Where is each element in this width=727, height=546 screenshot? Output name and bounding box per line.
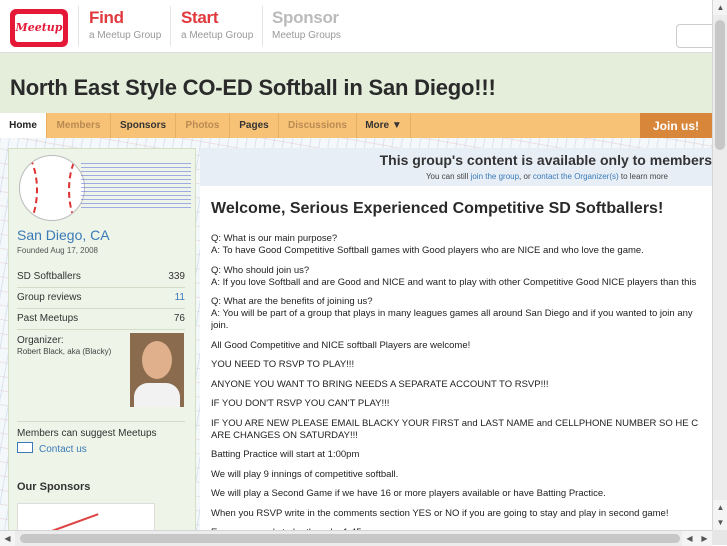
meetup-logo-text: Meetup (15, 14, 63, 42)
organizer-name[interactable]: Robert Black, aka (Blacky) (17, 347, 111, 356)
tab-pages[interactable]: Pages (230, 113, 279, 138)
tab-sponsors[interactable]: Sponsors (111, 113, 176, 138)
scroll-right-icon[interactable]: ▶ (697, 531, 712, 546)
group-description: Q: What is our main purpose? A: To have G… (211, 233, 712, 539)
scrollbar-corner (712, 530, 727, 545)
scroll-down-icon[interactable]: ▼ (713, 515, 727, 530)
contact-label: Contact us (39, 444, 87, 455)
mail-icon (17, 442, 33, 453)
find-label: Find (89, 8, 124, 27)
horizontal-scroll-thumb[interactable] (20, 534, 680, 543)
group-nav: Home Members Sponsors Photos Pages Discu… (0, 113, 712, 138)
description-line: ARE CHANGES ON SATURDAY!!! (211, 429, 358, 441)
description-line: YOU NEED TO RSVP TO PLAY!!! (211, 359, 355, 370)
description-line: We will play 9 innings of competitive so… (211, 468, 399, 480)
notice-text: to learn more (618, 172, 668, 181)
start-label: Start (181, 8, 219, 27)
notice-text: , or (519, 172, 533, 181)
description-spacer (211, 289, 712, 297)
description-spacer (211, 332, 712, 340)
description-line: IF YOU ARE NEW PLEASE EMAIL BLACKY YOUR … (211, 417, 699, 429)
group-title[interactable]: North East Style CO-ED Softball in San D… (10, 75, 496, 101)
group-location[interactable]: San Diego, CA (17, 227, 110, 243)
sponsor-label: Sponsor (272, 8, 339, 27)
description-line: All Good Competitive and NICE softball P… (211, 339, 471, 351)
description-spacer (211, 410, 712, 418)
members-only-notice: This group's content is available only t… (200, 148, 712, 186)
founded-date: Founded Aug 17, 2008 (17, 246, 98, 255)
description-spacer (211, 371, 712, 379)
description-line: Q: Who should join us? (211, 264, 310, 276)
welcome-heading: Welcome, Serious Experienced Competitive… (211, 200, 664, 217)
notice-text: You can still (425, 172, 471, 181)
start-sub: a Meetup Group (181, 30, 254, 41)
stat-label: Past Meetups (17, 313, 79, 324)
scroll-up-icon[interactable]: ▲ (713, 500, 727, 515)
tab-more[interactable]: More ▼ (357, 113, 411, 138)
group-header: North East Style CO-ED Softball in San D… (0, 53, 712, 113)
stat-reviews[interactable]: Group reviews 11 (17, 288, 185, 309)
join-group-link[interactable]: join the group (471, 172, 519, 181)
tab-discussions[interactable]: Discussions (279, 113, 357, 138)
description-line: A: You will be part of a group that play… (211, 308, 693, 319)
start-link[interactable]: Start a Meetup Group (181, 8, 253, 41)
description-line: IF YOU DON'T RSVP YOU CAN'T PLAY!!! (211, 398, 390, 409)
stat-value: 76 (173, 313, 185, 324)
find-link[interactable]: Find a Meetup Group (89, 8, 161, 41)
vertical-scroll-thumb[interactable] (715, 20, 725, 150)
organizer-photo[interactable] (130, 333, 184, 407)
description-spacer (211, 481, 712, 489)
description-spacer (211, 520, 712, 528)
description-line: When you RSVP write in the comments sect… (211, 507, 669, 519)
description-line: Q: What is our main purpose? (211, 233, 338, 244)
stat-label: Group reviews (17, 292, 82, 303)
description-spacer (211, 461, 712, 469)
description-line: A: If you love Softball and are Good and… (211, 276, 697, 288)
description-spacer (211, 442, 712, 450)
stat-value: 339 (168, 271, 185, 282)
meetup-top-bar: Meetup Find a Meetup Group Start a Meetu… (0, 0, 717, 53)
description-spacer (211, 391, 712, 399)
main-content: This group's content is available only t… (200, 148, 712, 538)
sponsors-heading: Our Sponsors (17, 481, 91, 493)
scroll-left-icon[interactable]: ◀ (0, 531, 15, 546)
description-line: A: To have Good Competitive Softball gam… (211, 245, 644, 256)
divider (170, 6, 171, 46)
scroll-up-icon[interactable]: ▲ (713, 0, 727, 15)
organizer-label: Organizer: (17, 335, 64, 346)
sponsor-link[interactable]: Sponsor Meetup Groups (272, 8, 341, 41)
description-spacer (211, 500, 712, 508)
description-line: join. (211, 320, 229, 331)
contact-organizer-link[interactable]: contact the Organizer(s) (533, 172, 619, 181)
description-line: Batting Practice will start at 1:00pm (211, 449, 360, 460)
description-spacer (211, 352, 712, 360)
description-spacer (211, 257, 712, 265)
sponsor-sub: Meetup Groups (272, 30, 341, 41)
description-line: Q: What are the benefits of joining us? (211, 296, 373, 307)
suggest-meetups-text: Members can suggest Meetups (17, 421, 185, 439)
divider (78, 6, 79, 46)
vertical-scrollbar[interactable]: ▲ ▲ ▼ (712, 0, 727, 533)
stat-label: SD Softballers (17, 271, 81, 282)
stat-past-meetups[interactable]: Past Meetups 76 (17, 309, 185, 330)
tab-members[interactable]: Members (47, 113, 111, 138)
tab-home[interactable]: Home (0, 113, 47, 138)
contact-us-link[interactable]: Contact us (17, 442, 87, 455)
notice-title: This group's content is available only t… (379, 152, 712, 168)
stat-value[interactable]: 11 (175, 288, 185, 308)
horizontal-scrollbar[interactable]: ◀ ◀ ▶ (0, 530, 712, 546)
divider (262, 6, 263, 46)
notice-subtext: You can still join the group, or contact… (426, 172, 668, 181)
description-line: We will play a Second Game if we have 16… (211, 488, 606, 499)
scroll-left-icon[interactable]: ◀ (682, 531, 697, 546)
description-line: ANYONE YOU WANT TO BRING NEEDS A SEPARAT… (211, 378, 549, 390)
stat-members[interactable]: SD Softballers 339 (17, 267, 185, 288)
meetup-logo[interactable]: Meetup (10, 9, 68, 47)
motion-streaks (81, 163, 191, 209)
search-input[interactable] (676, 24, 717, 48)
sidebar: San Diego, CA Founded Aug 17, 2008 SD So… (8, 148, 196, 541)
find-sub: a Meetup Group (89, 30, 162, 41)
baseball-logo-icon (19, 155, 85, 221)
tab-photos[interactable]: Photos (176, 113, 230, 138)
